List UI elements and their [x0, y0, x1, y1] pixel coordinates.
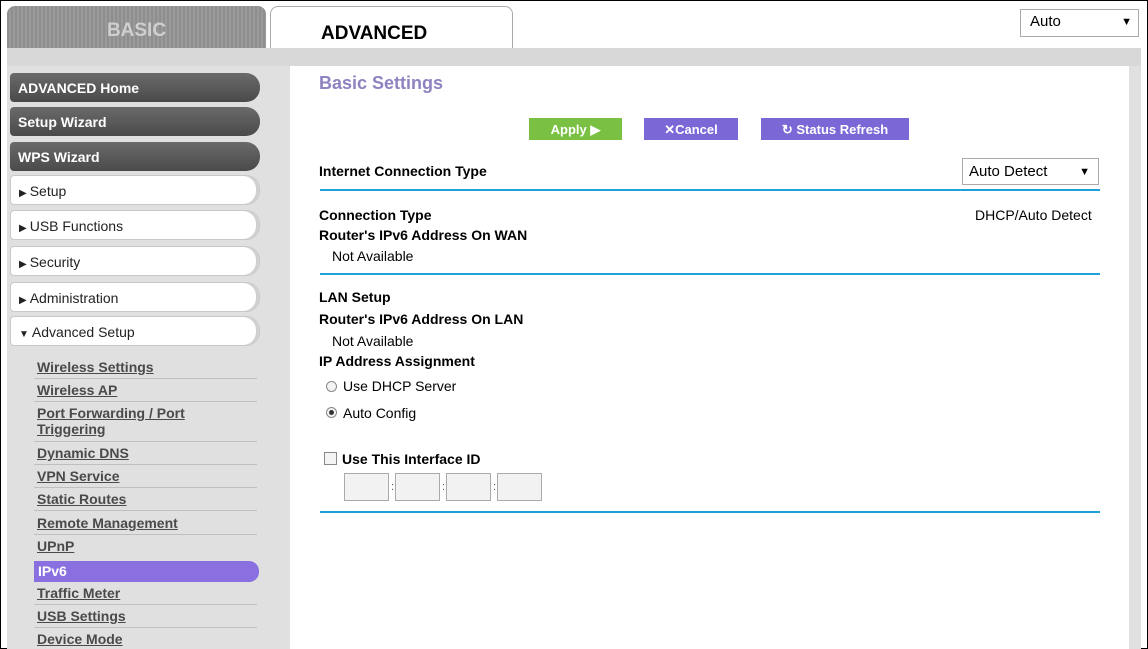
ipv6-lan-label: Router's IPv6 Address On LAN	[319, 311, 524, 327]
cancel-button-label: Cancel	[675, 122, 718, 137]
connection-type-value: DHCP/Auto Detect	[975, 207, 1092, 223]
router-admin-window: BASIC ADVANCED Auto ▼ ADVANCED Home Setu…	[0, 0, 1148, 649]
interface-id-field-1[interactable]	[344, 473, 389, 501]
separator: :	[493, 481, 497, 493]
divider	[34, 464, 257, 465]
internet-connection-type-value: Auto Detect	[969, 163, 1048, 180]
status-refresh-label: Status Refresh	[796, 122, 889, 137]
ip-assignment-label: IP Address Assignment	[319, 353, 475, 369]
sidebar-wps-wizard[interactable]: WPS Wizard	[10, 142, 260, 171]
sidebar-item-traffic-meter[interactable]: Traffic Meter	[37, 585, 120, 601]
sidebar-advanced-home[interactable]: ADVANCED Home	[10, 73, 260, 102]
use-interface-id-checkbox[interactable]	[324, 452, 337, 465]
sidebar-section-label: Security	[29, 254, 81, 270]
interface-id-field-4[interactable]	[497, 473, 542, 501]
divider	[34, 510, 257, 511]
apply-button[interactable]: Apply ▶	[529, 118, 622, 140]
triangle-down-icon: ▼	[19, 329, 29, 340]
sidebar-section-label: Setup	[29, 183, 67, 199]
sidebar-section-setup[interactable]: ▶ Setup	[10, 175, 260, 205]
status-refresh-button[interactable]: ↻ Status Refresh	[761, 118, 909, 140]
chevron-down-icon: ▼	[1079, 166, 1090, 178]
divider	[320, 273, 1100, 275]
ipv6-wan-value: Not Available	[332, 248, 414, 264]
use-dhcp-server-radio[interactable]	[326, 381, 337, 392]
divider	[34, 401, 257, 402]
interface-id-field-3[interactable]	[446, 473, 491, 501]
close-icon: ✕	[664, 122, 676, 137]
ipv6-wan-label: Router's IPv6 Address On WAN	[319, 227, 528, 243]
sidebar-item-remote-management[interactable]: Remote Management	[37, 515, 178, 531]
internet-connection-type-select[interactable]: Auto Detect ▼	[962, 158, 1099, 185]
sidebar-section-label: Advanced Setup	[31, 324, 135, 340]
divider	[320, 189, 1100, 191]
sidebar-section-usb-functions[interactable]: ▶ USB Functions	[10, 210, 260, 240]
separator: :	[442, 481, 446, 493]
divider	[34, 627, 257, 628]
lan-setup-heading: LAN Setup	[319, 289, 391, 305]
divider	[34, 378, 257, 379]
sidebar-item-port-forwarding[interactable]: Port Forwarding / Port Triggering	[37, 405, 237, 437]
separator: :	[391, 481, 395, 493]
page-title: Basic Settings	[319, 73, 444, 93]
use-interface-id-label: Use This Interface ID	[342, 451, 481, 467]
refresh-icon: ↻	[781, 122, 793, 137]
sidebar-item-wireless-settings[interactable]: Wireless Settings	[37, 359, 154, 375]
sidebar-item-ipv6[interactable]: IPv6	[34, 561, 259, 582]
sidebar-item-upnp[interactable]: UPnP	[37, 538, 74, 554]
divider	[34, 534, 257, 535]
divider	[34, 604, 257, 605]
triangle-right-icon: ▶	[19, 295, 27, 306]
triangle-right-icon: ▶	[19, 223, 27, 234]
sidebar-item-dynamic-dns[interactable]: Dynamic DNS	[37, 445, 129, 461]
sidebar-section-label: USB Functions	[29, 218, 124, 234]
sidebar-setup-wizard[interactable]: Setup Wizard	[10, 107, 260, 136]
sidebar-item-usb-settings[interactable]: USB Settings	[37, 608, 126, 624]
auto-config-label: Auto Config	[343, 405, 417, 421]
language-select-value: Auto	[1030, 13, 1061, 30]
sidebar-item-device-mode[interactable]: Device Mode	[37, 631, 123, 647]
triangle-right-icon: ▶	[19, 259, 27, 270]
right-gutter	[1129, 66, 1141, 649]
divider	[34, 441, 257, 442]
tab-advanced[interactable]: ADVANCED	[270, 6, 513, 48]
tab-basic[interactable]: BASIC	[7, 6, 266, 50]
sidebar-item-static-routes[interactable]: Static Routes	[37, 491, 126, 507]
use-dhcp-server-label: Use DHCP Server	[343, 378, 457, 394]
sidebar-section-label: Administration	[29, 290, 119, 306]
sidebar-section-security[interactable]: ▶ Security	[10, 246, 260, 276]
sidebar-section-administration[interactable]: ▶ Administration	[10, 282, 260, 312]
cancel-button[interactable]: ✕Cancel	[644, 118, 738, 140]
sidebar-item-wireless-ap[interactable]: Wireless AP	[37, 382, 117, 398]
connection-type-label: Connection Type	[319, 207, 432, 223]
auto-config-radio[interactable]	[326, 407, 337, 418]
divider	[320, 511, 1100, 513]
language-select[interactable]: Auto ▼	[1020, 9, 1139, 37]
divider	[34, 487, 257, 488]
internet-connection-type-label: Internet Connection Type	[319, 163, 487, 179]
sidebar-item-vpn-service[interactable]: VPN Service	[37, 468, 120, 484]
sidebar-section-advanced-setup[interactable]: ▼ Advanced Setup	[10, 316, 260, 346]
interface-id-field-2[interactable]	[395, 473, 440, 501]
triangle-right-icon: ▶	[19, 188, 27, 199]
tab-bar-strip	[7, 48, 1141, 66]
ipv6-lan-value: Not Available	[332, 333, 414, 349]
chevron-down-icon: ▼	[1121, 16, 1132, 28]
